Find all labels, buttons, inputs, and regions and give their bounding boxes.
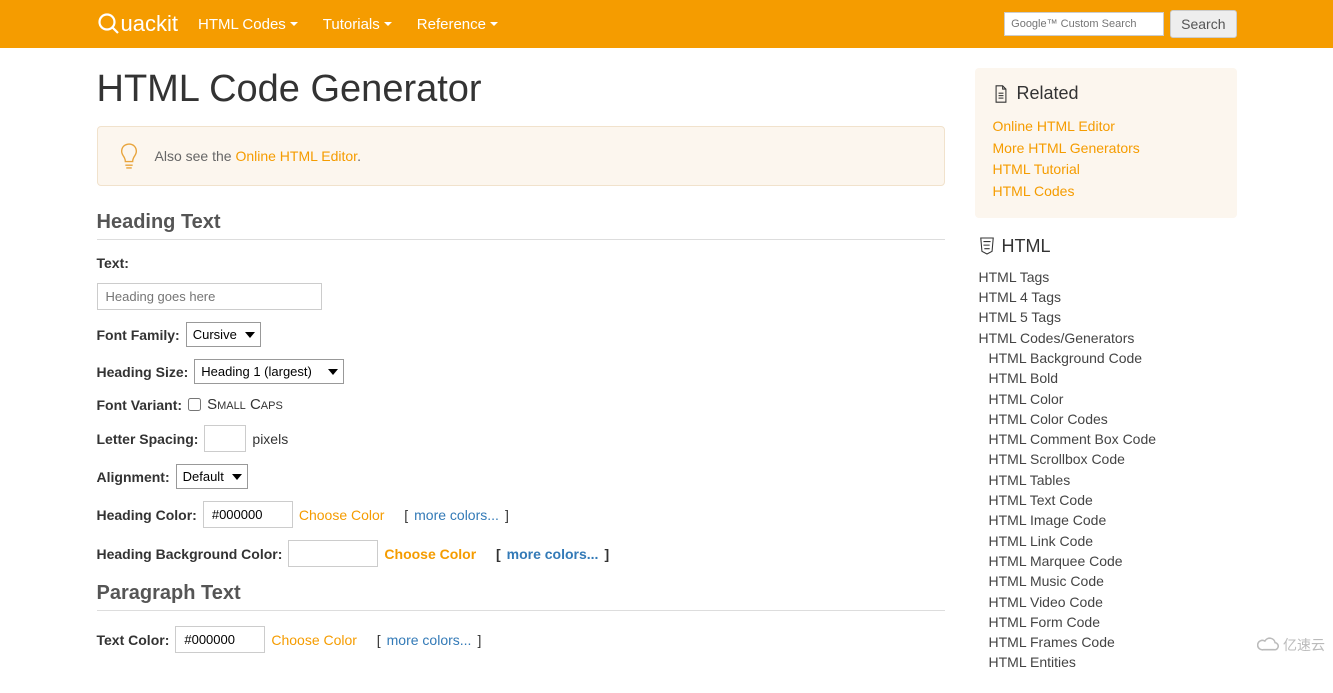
main-nav: HTML Codes Tutorials Reference — [198, 16, 1004, 33]
sidebar-link[interactable]: HTML Comment Box Code — [979, 429, 1233, 449]
choose-heading-color[interactable]: Choose Color — [299, 507, 385, 523]
sidebar-link[interactable]: HTML Frames Code — [979, 632, 1233, 652]
alignment-label: Alignment: — [97, 469, 170, 485]
section-paragraph-text: Paragraph Text — [97, 582, 945, 611]
letter-spacing-label: Letter Spacing: — [97, 431, 199, 447]
sidebar-link[interactable]: HTML Marquee Code — [979, 551, 1233, 571]
text-color-label: Text Color: — [97, 632, 170, 648]
sidebar-link[interactable]: HTML 4 Tags — [979, 287, 1233, 307]
sidebar-link[interactable]: HTML Form Code — [979, 612, 1233, 632]
sidebar-link[interactable]: HTML Text Code — [979, 490, 1233, 510]
sidebar-link[interactable]: HTML Tags — [979, 267, 1233, 287]
more-text-colors[interactable]: more colors... — [387, 632, 472, 648]
related-link[interactable]: More HTML Generators — [993, 138, 1219, 160]
watermark-badge: 亿速云 — [1257, 634, 1325, 656]
sidebar-link[interactable]: HTML Color — [979, 389, 1233, 409]
sidebar-link[interactable]: HTML 5 Tags — [979, 307, 1233, 327]
sidebar-link[interactable]: HTML Background Code — [979, 348, 1233, 368]
search-button[interactable]: Search — [1170, 10, 1236, 38]
callout-text: Also see the Online HTML Editor. — [155, 148, 361, 164]
sidebar-link[interactable]: HTML Codes/Generators — [979, 328, 1233, 348]
sidebar-links: HTML TagsHTML 4 TagsHTML 5 TagsHTML Code… — [975, 267, 1237, 673]
sidebar-link[interactable]: HTML Bold — [979, 368, 1233, 388]
lightbulb-icon — [118, 142, 140, 170]
heading-size-select[interactable]: Heading 1 (largest) — [194, 359, 344, 384]
sidebar-link[interactable]: HTML Entities — [979, 652, 1233, 672]
document-icon — [993, 85, 1009, 103]
small-caps-checkbox[interactable] — [188, 398, 201, 411]
nav-item-html-codes[interactable]: HTML Codes — [198, 16, 298, 33]
more-heading-colors[interactable]: more colors... — [414, 507, 499, 523]
related-link[interactable]: HTML Codes — [993, 181, 1219, 203]
magnify-q-icon — [97, 12, 121, 36]
nav-item-tutorials[interactable]: Tutorials — [323, 16, 392, 33]
alignment-select[interactable]: Default — [176, 464, 248, 489]
heading-text-input[interactable] — [97, 283, 322, 310]
cloud-icon — [1257, 634, 1279, 656]
search-box: Search — [1004, 10, 1236, 38]
related-heading: Related — [993, 83, 1219, 104]
text-label: Text: — [97, 255, 129, 271]
heading-bg-input[interactable] — [288, 540, 378, 567]
page-title: HTML Code Generator — [97, 68, 945, 111]
heading-bg-label: Heading Background Color: — [97, 546, 283, 562]
sidebar-link[interactable]: HTML Image Code — [979, 510, 1233, 530]
sidebar-link[interactable]: HTML Link Code — [979, 531, 1233, 551]
search-input[interactable] — [1004, 12, 1164, 36]
related-box: Related Online HTML EditorMore HTML Gene… — [975, 68, 1237, 218]
html5-shield-icon — [979, 237, 995, 255]
sidebar-link[interactable]: HTML Video Code — [979, 592, 1233, 612]
more-heading-bg-colors[interactable]: more colors... — [507, 546, 599, 562]
caret-down-icon — [384, 22, 392, 26]
brand-text: uackit — [121, 11, 178, 37]
sidebar-html-heading: HTML — [975, 236, 1237, 257]
letter-spacing-input[interactable] — [204, 425, 246, 452]
text-color-input[interactable] — [175, 626, 265, 653]
font-family-label: Font Family: — [97, 327, 180, 343]
choose-heading-bg-color[interactable]: Choose Color — [384, 546, 476, 562]
main-column: HTML Code Generator Also see the Online … — [97, 68, 945, 673]
section-heading-text: Heading Text — [97, 211, 945, 240]
small-caps-label: Small Caps — [207, 396, 283, 413]
choose-text-color[interactable]: Choose Color — [271, 632, 357, 648]
heading-color-input[interactable] — [203, 501, 293, 528]
font-variant-label: Font Variant: — [97, 397, 183, 413]
right-sidebar: Related Online HTML EditorMore HTML Gene… — [975, 68, 1237, 673]
brand-logo[interactable]: uackit — [97, 11, 178, 37]
caret-down-icon — [290, 22, 298, 26]
sidebar-link[interactable]: HTML Scrollbox Code — [979, 449, 1233, 469]
pixels-label: pixels — [252, 431, 288, 447]
related-link[interactable]: HTML Tutorial — [993, 159, 1219, 181]
sidebar-link[interactable]: HTML Music Code — [979, 571, 1233, 591]
callout-link[interactable]: Online HTML Editor — [235, 148, 357, 164]
related-link[interactable]: Online HTML Editor — [993, 116, 1219, 138]
font-family-select[interactable]: Cursive — [186, 322, 261, 347]
heading-color-label: Heading Color: — [97, 507, 197, 523]
nav-item-reference[interactable]: Reference — [417, 16, 498, 33]
top-navbar: uackit HTML Codes Tutorials Reference Sear… — [0, 0, 1333, 48]
info-callout: Also see the Online HTML Editor. — [97, 126, 945, 186]
heading-size-label: Heading Size: — [97, 364, 189, 380]
sidebar-link[interactable]: HTML Color Codes — [979, 409, 1233, 429]
sidebar-link[interactable]: HTML Tables — [979, 470, 1233, 490]
caret-down-icon — [490, 22, 498, 26]
